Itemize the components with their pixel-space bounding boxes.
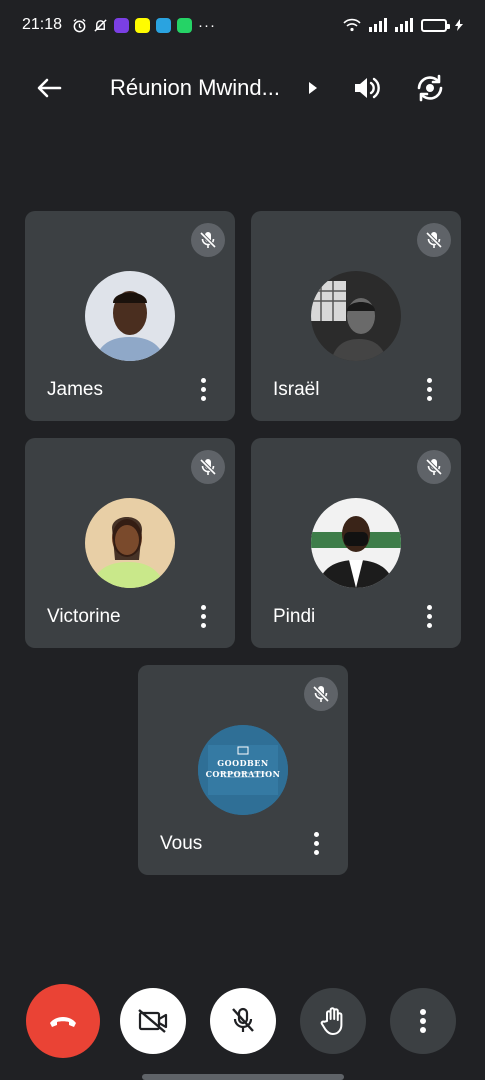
end-call-icon	[50, 1017, 76, 1027]
meeting-details-button[interactable]	[306, 78, 320, 98]
participant-tile-victorine[interactable]: Victorine	[25, 438, 235, 648]
participant-avatar	[85, 498, 175, 588]
microphone-toggle-button[interactable]	[210, 988, 276, 1054]
back-arrow-icon	[37, 78, 62, 98]
signal-icon	[395, 18, 413, 32]
signal-icon	[369, 18, 387, 32]
wifi-icon	[343, 18, 361, 32]
battery-icon	[421, 18, 450, 32]
participant-name: Vous	[160, 833, 203, 854]
muted-badge	[304, 677, 338, 711]
home-indicator[interactable]	[142, 1074, 344, 1080]
participant-avatar	[85, 271, 175, 361]
camera-toggle-button[interactable]	[120, 988, 186, 1054]
snapchat-icon	[135, 17, 151, 33]
more-options-icon	[420, 1009, 426, 1033]
mic-off-icon	[199, 231, 217, 249]
camera-off-icon	[138, 1009, 168, 1033]
more-notifications-icon: ···	[198, 16, 217, 34]
back-button[interactable]	[32, 71, 66, 105]
participant-options-button[interactable]	[419, 375, 439, 403]
participant-options-button[interactable]	[193, 602, 213, 630]
participant-options-button[interactable]	[193, 375, 213, 403]
participant-avatar	[311, 498, 401, 588]
more-options-button[interactable]	[390, 988, 456, 1054]
expand-arrow-icon	[309, 82, 317, 94]
participant-name: James	[47, 379, 103, 400]
meeting-title[interactable]: Réunion Mwind...	[110, 75, 310, 101]
participant-name: Pindi	[273, 606, 316, 627]
status-bar: 21:18 ···	[0, 0, 485, 50]
switch-camera-button[interactable]	[413, 71, 447, 105]
messenger-icon	[114, 17, 130, 33]
participant-tile-james[interactable]: James	[25, 211, 235, 421]
speaker-icon	[355, 77, 380, 99]
mic-off-icon	[312, 685, 330, 703]
muted-badge	[191, 450, 225, 484]
participant-name: Israël	[273, 379, 320, 400]
muted-badge	[191, 223, 225, 257]
self-avatar-logo: GOODBEN CORPORATION	[198, 725, 288, 815]
participant-tile-pindi[interactable]: Pindi	[251, 438, 461, 648]
end-call-button[interactable]	[26, 984, 100, 1058]
telegram-icon	[156, 17, 172, 33]
participant-options-button[interactable]	[306, 829, 326, 857]
alarm-icon	[72, 18, 87, 33]
participant-tile-self[interactable]: GOODBEN CORPORATION Vous	[138, 665, 348, 875]
participant-avatar	[311, 271, 401, 361]
do-not-disturb-icon	[93, 18, 108, 33]
call-header: Réunion Mwind...	[0, 58, 485, 118]
status-time: 21:18	[22, 16, 63, 33]
speaker-button[interactable]	[350, 71, 384, 105]
muted-badge	[417, 223, 451, 257]
switch-camera-icon	[417, 74, 443, 102]
participant-tile-israel[interactable]: Israël	[251, 211, 461, 421]
whatsapp-icon	[177, 17, 193, 33]
mic-off-icon	[425, 458, 443, 476]
participant-options-button[interactable]	[419, 602, 439, 630]
logo-line-1: GOODBEN	[217, 758, 269, 768]
logo-line-2: CORPORATION	[205, 769, 281, 779]
mic-off-icon	[232, 1007, 254, 1032]
raise-hand-button[interactable]	[300, 988, 366, 1054]
muted-badge	[417, 450, 451, 484]
mic-off-icon	[199, 458, 217, 476]
charging-icon	[455, 19, 463, 31]
mic-off-icon	[425, 231, 443, 249]
participant-name: Victorine	[47, 606, 121, 627]
raise-hand-icon	[320, 1007, 343, 1035]
